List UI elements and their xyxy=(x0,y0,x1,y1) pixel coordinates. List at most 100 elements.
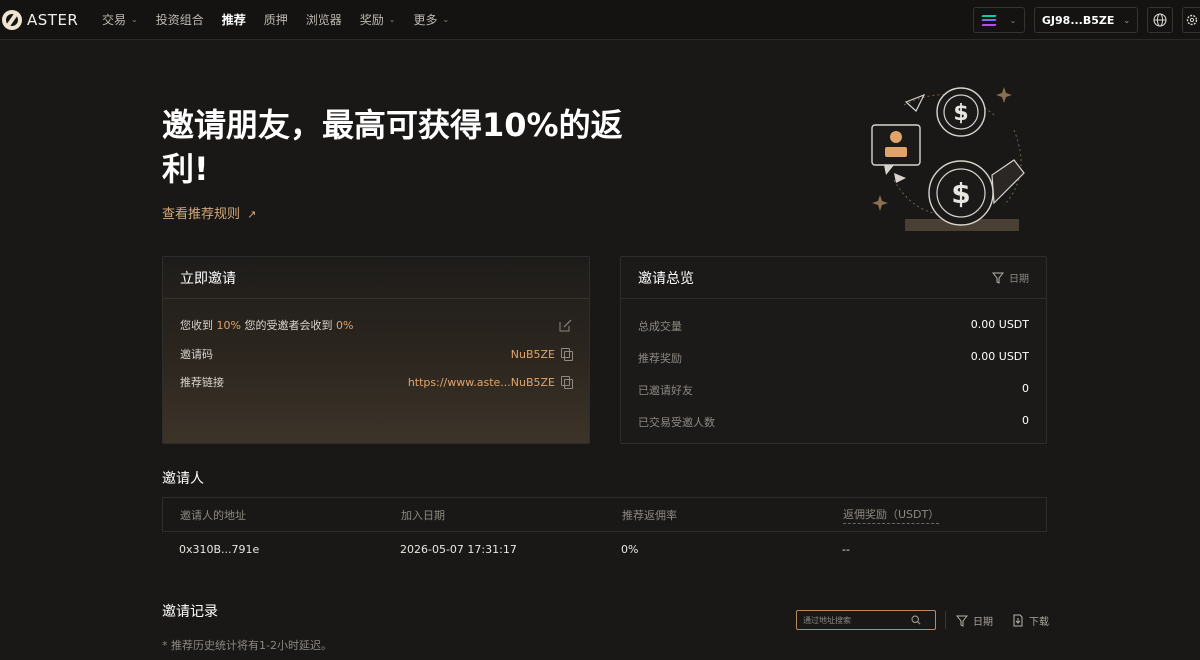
column-header: 返佣奖励（USDT） xyxy=(843,506,940,524)
edit-icon[interactable] xyxy=(559,319,572,332)
invite-now-card: 立即邀请 您收到 10% 您的受邀者会收到 0% 邀请码 NuB5ZE 推荐链接 xyxy=(162,256,590,444)
nav-item-more[interactable]: 更多 ⌄ xyxy=(414,11,450,28)
download-label: 下载 xyxy=(1029,617,1049,628)
overview-label: 已交易受邀人数 xyxy=(638,416,715,429)
column-header: 推荐返佣率 xyxy=(622,508,677,522)
link-value: https://www.aste...NuB5ZE xyxy=(407,375,555,389)
overview-value: 0 xyxy=(1022,414,1029,427)
settings-button[interactable] xyxy=(1182,7,1200,33)
nav-label: 质押 xyxy=(263,13,288,27)
rebate-rate: 0% xyxy=(621,543,639,556)
filter-icon xyxy=(956,615,968,627)
chevron-down-icon: ⌄ xyxy=(131,15,138,24)
overview-value: 0 xyxy=(1022,382,1029,395)
chain-selector-button[interactable]: ⌄ xyxy=(973,7,1025,33)
logo-text: ASTER xyxy=(27,10,79,29)
inviter-address: 0x310B...791e xyxy=(179,543,260,556)
nav-item-portfolio[interactable]: 投资组合 xyxy=(156,11,204,28)
referral-page: 邀请朋友，最高可获得10%的返利! 查看推荐规则 ↗ $ $ 立即邀请 您收到 xyxy=(0,41,1200,660)
records-date-filter-button[interactable]: 日期 xyxy=(956,613,993,628)
overview-value: 0.00 USDT xyxy=(970,350,1029,363)
date-filter-button[interactable]: 日期 xyxy=(992,270,1029,285)
globe-icon xyxy=(1153,13,1167,27)
join-date: 2026-05-07 17:31:17 xyxy=(400,543,517,556)
invite-card-title: 立即邀请 xyxy=(180,270,236,287)
referral-illustration-icon: $ $ xyxy=(871,87,1025,231)
header-actions: ⌄ GJ98...B5ZE ⌄ xyxy=(964,0,1200,40)
search-icon[interactable] xyxy=(911,615,921,625)
rebate-rate-text: 您收到 10% 您的受邀者会收到 0% xyxy=(180,317,353,333)
filter-icon xyxy=(992,272,1004,284)
overview-label: 已邀请好友 xyxy=(638,384,693,397)
svg-text:$: $ xyxy=(953,101,968,126)
nav-item-trade[interactable]: 交易 ⌄ xyxy=(102,11,138,28)
referral-code-row: 邀请码 NuB5ZE xyxy=(180,346,573,362)
invite-overview-card: 邀请总览 日期 总成交量 0.00 USDT 推荐奖励 0.00 USDT 已邀… xyxy=(620,256,1047,444)
column-header: 加入日期 xyxy=(401,508,445,522)
address-search-input[interactable] xyxy=(803,615,911,625)
overview-value: 0.00 USDT xyxy=(970,318,1029,331)
gear-icon xyxy=(1186,14,1197,26)
date-filter-label: 日期 xyxy=(973,617,993,628)
my-rate: 10% xyxy=(216,319,241,332)
chevron-down-icon: ⌄ xyxy=(388,15,396,24)
svg-text:$: $ xyxy=(951,177,970,210)
wallet-address: GJ98...B5ZE xyxy=(1041,13,1115,27)
toolbar-divider xyxy=(945,611,946,629)
rate-prefix: 您收到 xyxy=(180,319,213,332)
nav-item-staking[interactable]: 质押 xyxy=(264,11,288,28)
overview-row: 已交易受邀人数 0 xyxy=(638,414,1029,430)
overview-label: 总成交量 xyxy=(638,320,682,333)
main-nav: 交易 ⌄ 投资组合 推荐 质押 浏览器 奖励 ⌄ 更多 ⌄ xyxy=(102,11,467,28)
overview-row: 总成交量 0.00 USDT xyxy=(638,318,1029,334)
referral-link-row: 推荐链接 https://www.aste...NuB5ZE xyxy=(180,374,573,390)
nav-label: 浏览器 xyxy=(305,13,342,27)
overview-card-title: 邀请总览 xyxy=(638,270,694,287)
nav-item-rewards[interactable]: 奖励 ⌄ xyxy=(360,11,396,28)
overview-card-header: 邀请总览 日期 xyxy=(621,257,1046,299)
nav-label: 更多 xyxy=(413,13,438,27)
rebate-rate-row: 您收到 10% 您的受邀者会收到 0% xyxy=(180,317,572,333)
rate-middle: 您的受邀者会收到 xyxy=(244,319,333,332)
overview-label: 推荐奖励 xyxy=(638,352,682,365)
records-section-title: 邀请记录 xyxy=(162,604,218,620)
nav-item-referral[interactable]: 推荐 xyxy=(222,11,246,28)
address-search-box xyxy=(796,610,936,630)
filter-label: 日期 xyxy=(1009,274,1029,285)
page-title: 邀请朋友，最高可获得10%的返利! xyxy=(162,106,623,188)
inviter-section-title: 邀请人 xyxy=(162,471,204,487)
records-delay-note: * 推荐历史统计将有1-2小时延迟。 xyxy=(162,639,332,652)
chevron-down-icon: ⌄ xyxy=(1123,15,1131,25)
external-link-icon: ↗ xyxy=(247,208,257,221)
link-value-group: https://www.aste...NuB5ZE xyxy=(407,375,573,389)
chevron-down-icon: ⌄ xyxy=(442,15,450,24)
nav-label: 奖励 xyxy=(359,13,384,27)
language-button[interactable] xyxy=(1147,7,1173,33)
nav-item-explorer[interactable]: 浏览器 xyxy=(306,11,342,28)
chevron-down-icon: ⌄ xyxy=(1009,15,1017,25)
overview-row: 推荐奖励 0.00 USDT xyxy=(638,350,1029,366)
wallet-address-button[interactable]: GJ98...B5ZE ⌄ xyxy=(1034,7,1138,33)
download-icon xyxy=(1013,614,1023,627)
solana-icon xyxy=(981,14,997,26)
aster-logo-icon xyxy=(2,9,22,30)
copy-icon[interactable] xyxy=(561,376,573,389)
link-label: 推荐链接 xyxy=(180,376,224,389)
column-header: 邀请人的地址 xyxy=(180,508,246,522)
table-row: 0x310B...791e 2026-05-07 17:31:17 0% -- xyxy=(162,533,1047,567)
nav-label: 推荐 xyxy=(221,13,246,27)
aster-logo[interactable]: ASTER xyxy=(2,9,98,30)
code-label: 邀请码 xyxy=(180,348,213,361)
referral-rules-link[interactable]: 查看推荐规则 ↗ xyxy=(162,203,256,222)
invitee-rate: 0% xyxy=(335,319,354,332)
nav-label: 交易 xyxy=(102,13,127,27)
inviter-table-header: 邀请人的地址 加入日期 推荐返佣率 返佣奖励（USDT） xyxy=(162,497,1047,532)
nav-label: 投资组合 xyxy=(155,13,204,27)
code-value-group: NuB5ZE xyxy=(510,347,573,361)
top-navbar: ASTER 交易 ⌄ 投资组合 推荐 质押 浏览器 奖励 ⌄ 更多 ⌄ ⌄ GJ98.… xyxy=(0,0,1200,40)
download-button[interactable]: 下载 xyxy=(1012,613,1049,628)
copy-icon[interactable] xyxy=(561,348,573,361)
invite-card-header: 立即邀请 xyxy=(163,257,589,299)
code-value: NuB5ZE xyxy=(510,347,555,361)
overview-row: 已邀请好友 0 xyxy=(638,382,1029,398)
